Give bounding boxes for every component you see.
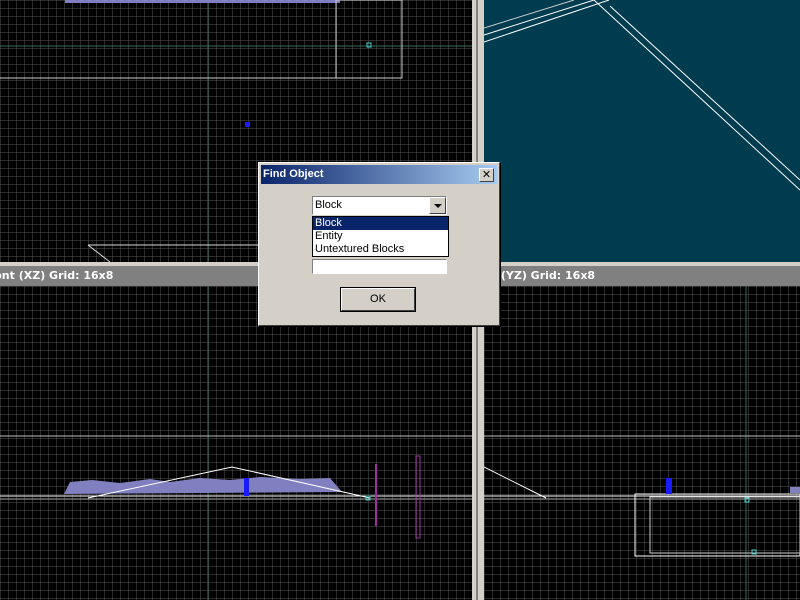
entity-marker — [245, 122, 250, 127]
terrain-brush — [64, 477, 342, 494]
camera-geometry — [484, 0, 800, 191]
entity-marker-side — [666, 478, 672, 494]
side-view-header: Side (YZ) Grid: 16x8 — [484, 266, 800, 286]
brush-strip — [65, 0, 340, 3]
dropdown-option-untextured-blocks[interactable]: Untextured Blocks — [313, 243, 448, 256]
entity-marker-front — [244, 478, 249, 496]
object-type-dropdown-list[interactable]: Block Entity Untextured Blocks — [312, 216, 449, 257]
dialog-title: Find Object — [263, 168, 324, 180]
ok-button[interactable]: OK — [341, 288, 415, 311]
chevron-down-icon — [434, 204, 442, 208]
front-view-header-text: Front (XZ) Grid: 16x8 — [0, 269, 114, 282]
side-view-header-text: Side (YZ) Grid: 16x8 — [484, 269, 596, 282]
dialog-title-bar[interactable]: Find Object ✕ — [261, 165, 497, 184]
front-view-viewport[interactable] — [0, 286, 472, 600]
search-input[interactable] — [312, 259, 447, 274]
object-type-combobox[interactable]: Block — [312, 196, 447, 215]
close-button[interactable]: ✕ — [479, 168, 494, 182]
dropdown-option-entity[interactable]: Entity — [313, 230, 448, 243]
close-icon: ✕ — [481, 168, 492, 181]
find-object-dialog: Find Object ✕ Block Block Entity Untextu… — [258, 162, 500, 326]
dropdown-option-block[interactable]: Block — [313, 217, 448, 230]
front-view-geometry — [0, 286, 472, 600]
dropdown-button[interactable] — [429, 197, 446, 214]
camera-3d-viewport[interactable] — [484, 0, 800, 262]
side-view-viewport[interactable] — [484, 286, 800, 600]
combo-selected-value: Block — [315, 199, 342, 211]
side-view-geometry — [484, 286, 800, 600]
